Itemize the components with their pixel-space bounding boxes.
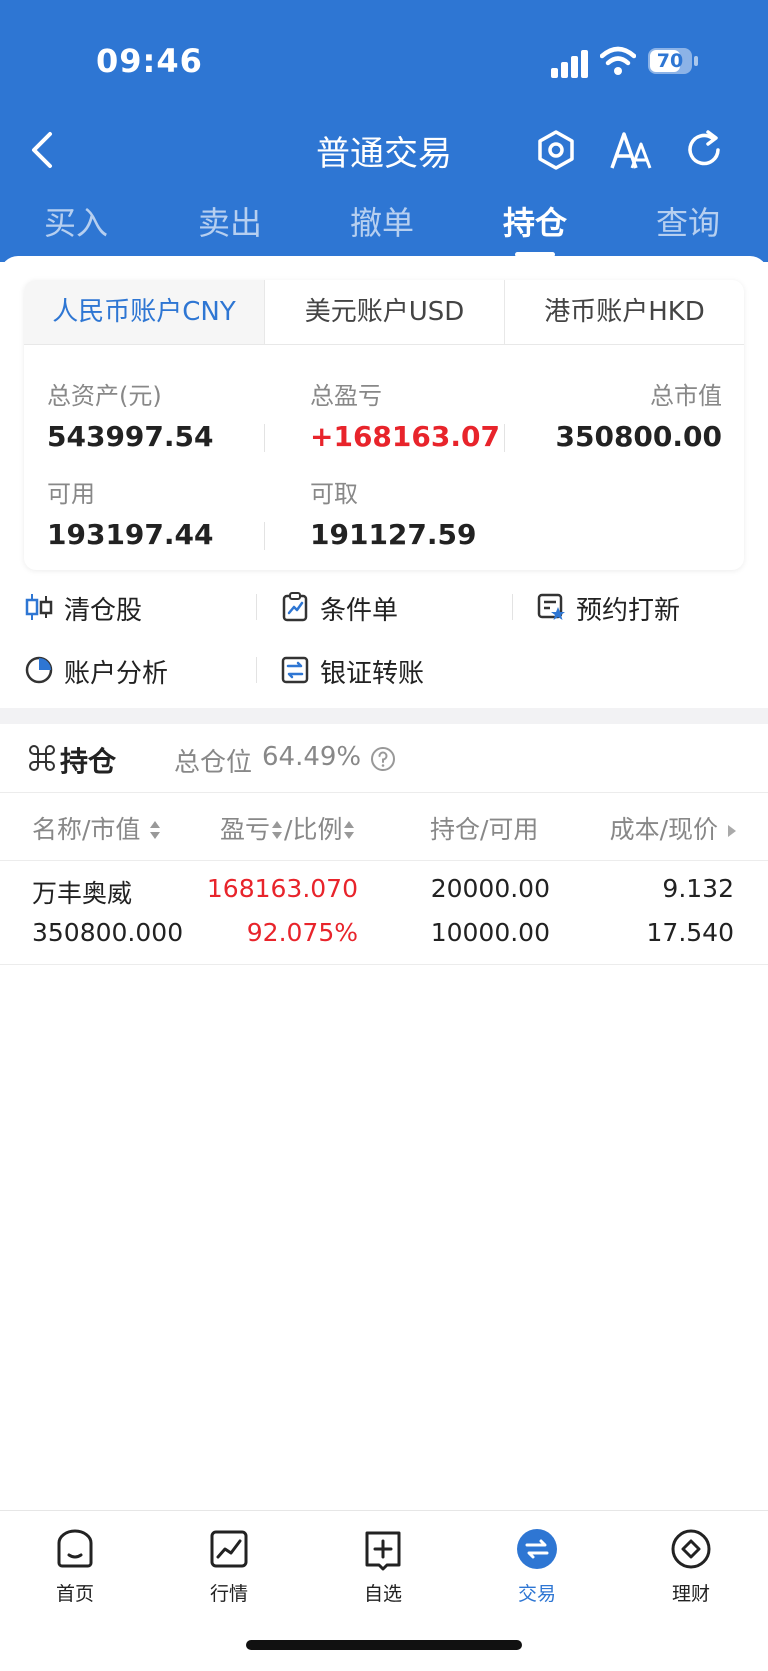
nav-bar: 普通交易 bbox=[0, 118, 768, 182]
tab-cancel-order[interactable]: 撤单 bbox=[312, 198, 452, 244]
quick-account-analysis[interactable]: 账户分析 bbox=[24, 653, 244, 689]
stock-name: 万丰奥威 bbox=[32, 879, 133, 908]
transfer-icon bbox=[281, 656, 309, 684]
stock-position: 20000.00 bbox=[430, 874, 550, 903]
stock-available: 10000.00 bbox=[430, 918, 550, 947]
font-size-icon[interactable] bbox=[608, 128, 652, 172]
add-square-icon bbox=[365, 1531, 401, 1571]
col-name-value[interactable]: 名称/市值 bbox=[32, 810, 162, 846]
account-tab-hkd[interactable]: 港币账户HKD bbox=[504, 280, 744, 344]
chart-line-icon bbox=[210, 1530, 248, 1568]
stock-cost: 9.132 bbox=[662, 874, 734, 903]
holdings-title: 持仓 bbox=[60, 745, 117, 778]
account-currency-tabs: 人民币账户CNY 美元账户USD 港币账户HKD bbox=[24, 280, 744, 345]
page-title: 普通交易 bbox=[316, 134, 452, 174]
sort-icon bbox=[344, 821, 355, 839]
quick-clear-stock[interactable]: 清仓股 bbox=[24, 590, 244, 626]
holdings-table-header: 名称/市值 盈亏/比例 持仓/可用 成本/现价 bbox=[0, 792, 768, 861]
account-tab-usd[interactable]: 美元账户USD bbox=[264, 280, 504, 344]
quick-ipo-reserve[interactable]: 预约打新 bbox=[536, 590, 736, 626]
market-value-label: 总市值 bbox=[650, 382, 722, 410]
sort-icon bbox=[150, 821, 161, 839]
command-icon bbox=[29, 745, 55, 771]
refresh-icon[interactable] bbox=[682, 128, 726, 172]
wifi-icon bbox=[600, 46, 636, 75]
col-cost-price[interactable]: 成本/现价 bbox=[610, 810, 738, 846]
help-icon[interactable] bbox=[370, 746, 396, 772]
table-row[interactable]: 万丰奥威 350800.000 168163.070 92.075% 20000… bbox=[0, 860, 768, 965]
nav-market[interactable]: 行情 bbox=[169, 1527, 289, 1606]
position-value: 64.49% bbox=[262, 742, 362, 772]
quick-conditional-order-label: 条件单 bbox=[320, 596, 399, 626]
total-pl-label: 总盈亏 bbox=[310, 382, 382, 410]
account-panel: 人民币账户CNY 美元账户USD 港币账户HKD 总资产(元) 543997.5… bbox=[0, 256, 768, 576]
cellular-signal-icon bbox=[551, 50, 588, 78]
quick-clear-stock-label: 清仓股 bbox=[64, 596, 143, 626]
stock-price: 17.540 bbox=[646, 918, 734, 947]
available-value: 193197.44 bbox=[47, 518, 214, 551]
trade-tabs: 买入 卖出 撤单 持仓 查询 bbox=[0, 198, 768, 262]
quick-account-analysis-label: 账户分析 bbox=[64, 659, 169, 689]
tab-buy[interactable]: 买入 bbox=[6, 198, 146, 244]
total-assets-label: 总资产(元) bbox=[47, 382, 162, 410]
settings-hexagon-icon[interactable] bbox=[534, 128, 578, 172]
quick-bank-transfer-label: 银证转账 bbox=[320, 659, 425, 689]
tab-query[interactable]: 查询 bbox=[618, 198, 758, 244]
nav-watchlist[interactable]: 自选 bbox=[323, 1527, 443, 1606]
stock-profit-ratio: 92.075% bbox=[246, 918, 358, 947]
col-position-available[interactable]: 持仓/可用 bbox=[430, 810, 538, 846]
withdrawable-label: 可取 bbox=[310, 480, 358, 508]
total-pl-value: +168163.07 bbox=[310, 420, 500, 453]
tab-sell[interactable]: 卖出 bbox=[160, 198, 300, 244]
account-tab-cny[interactable]: 人民币账户CNY bbox=[24, 280, 264, 344]
stock-profit-loss: 168163.070 bbox=[206, 874, 358, 903]
wealth-diamond-icon bbox=[671, 1529, 711, 1569]
total-assets-value: 543997.54 bbox=[47, 420, 214, 453]
account-summary-card: 人民币账户CNY 美元账户USD 港币账户HKD 总资产(元) 543997.5… bbox=[24, 280, 744, 570]
chevron-right-icon bbox=[728, 825, 736, 837]
app-header: 09:46 70 普通交易 买入 卖出 撤单 持仓 查询 bbox=[0, 0, 768, 262]
quick-bank-transfer[interactable]: 银证转账 bbox=[280, 653, 480, 689]
section-divider bbox=[0, 708, 768, 724]
sort-icon bbox=[272, 821, 283, 839]
available-label: 可用 bbox=[47, 480, 95, 508]
holdings-header: 持仓 总仓位 64.49% bbox=[0, 724, 768, 793]
position-label: 总仓位 bbox=[174, 748, 253, 778]
battery-level: 70 bbox=[656, 50, 684, 72]
battery-indicator: 70 bbox=[648, 48, 700, 76]
status-time: 09:46 bbox=[96, 42, 203, 80]
nav-trade[interactable]: 交易 bbox=[477, 1527, 597, 1606]
withdrawable-value: 191127.59 bbox=[310, 518, 477, 551]
trade-exchange-icon bbox=[517, 1529, 557, 1569]
col-profit-ratio[interactable]: 盈亏/比例 bbox=[220, 810, 356, 846]
candlestick-icon bbox=[25, 594, 53, 620]
quick-ipo-reserve-label: 预约打新 bbox=[576, 596, 681, 626]
stock-market-value: 350800.000 bbox=[32, 918, 184, 947]
market-value-value: 350800.00 bbox=[555, 420, 723, 453]
tab-holdings[interactable]: 持仓 bbox=[465, 198, 605, 257]
nav-wealth[interactable]: 理财 bbox=[631, 1527, 751, 1606]
nav-home[interactable]: 首页 bbox=[15, 1527, 135, 1606]
ipo-star-icon bbox=[537, 593, 565, 620]
clipboard-chart-icon bbox=[282, 592, 308, 622]
home-icon bbox=[57, 1529, 93, 1568]
quick-conditional-order[interactable]: 条件单 bbox=[280, 590, 480, 626]
pie-chart-icon bbox=[25, 656, 53, 684]
home-indicator bbox=[246, 1640, 522, 1650]
